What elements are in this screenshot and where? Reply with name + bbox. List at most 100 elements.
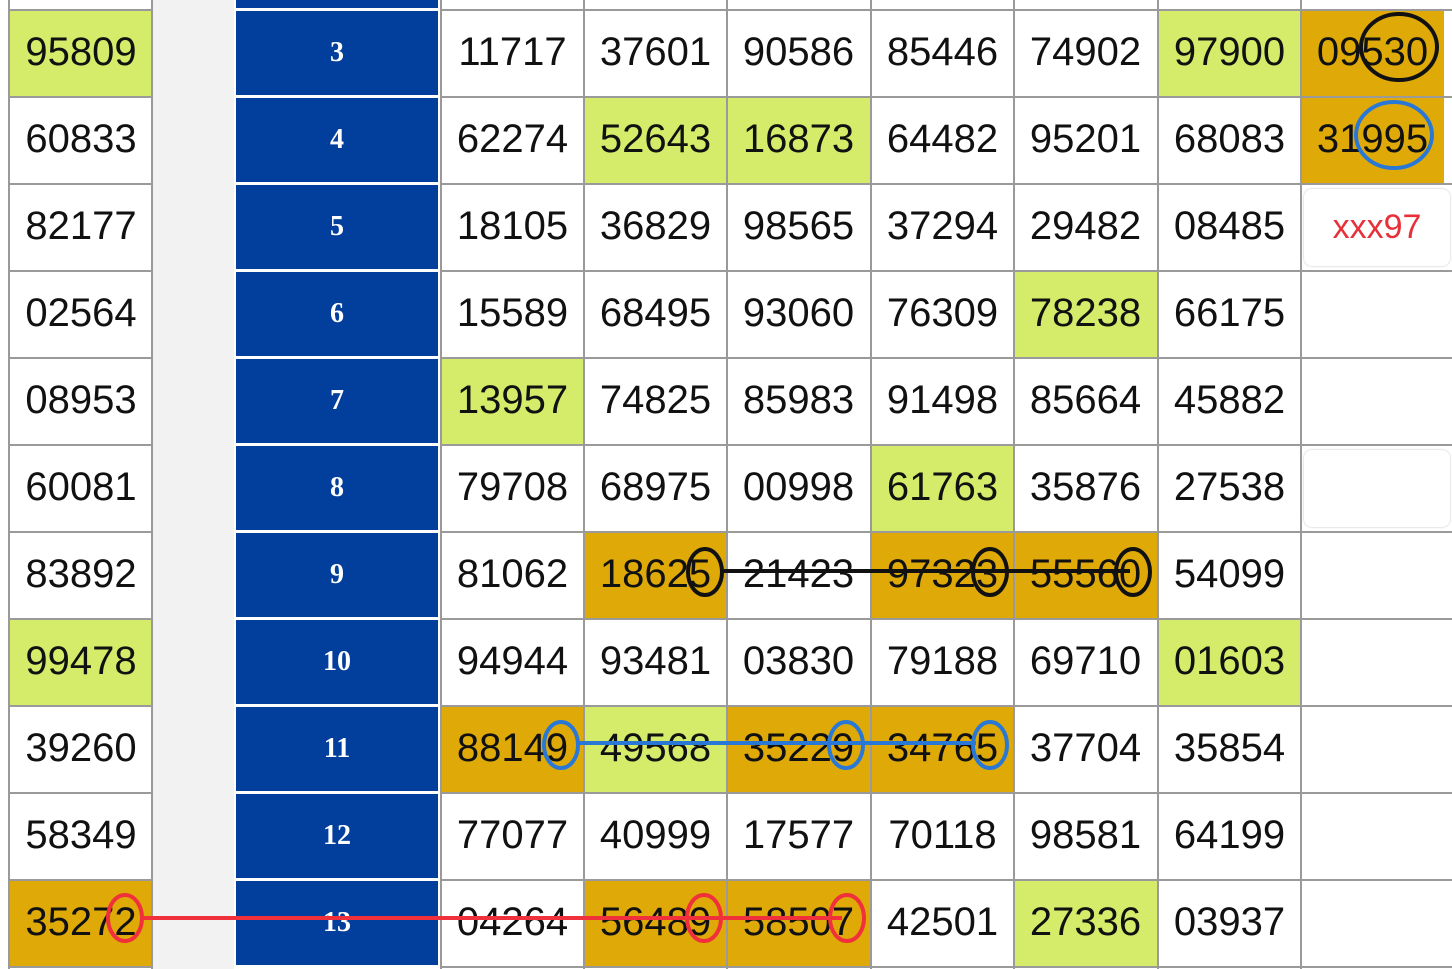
result-cell: 76309 <box>871 270 1014 357</box>
result-cell: 74825 <box>584 357 727 444</box>
result-cell: 37704 <box>1014 705 1157 792</box>
result-cell <box>1301 270 1444 357</box>
result-cell: 15589 <box>441 270 584 357</box>
left-column-cell: 95809 <box>10 9 152 96</box>
grid-line <box>8 357 152 359</box>
result-cell: 18625 <box>584 531 727 618</box>
grid-line <box>8 531 152 533</box>
left-column-cell: 60833 <box>10 96 152 183</box>
result-cell: 62274 <box>441 96 584 183</box>
grid-line <box>440 705 1452 707</box>
result-cell: 13957 <box>441 357 584 444</box>
result-cell: 78238 <box>1014 270 1157 357</box>
row-number-cell: 11 <box>236 707 438 791</box>
result-cell: 11717 <box>441 9 584 96</box>
grid-line <box>8 9 152 11</box>
result-cell: 45882 <box>1158 357 1301 444</box>
grid-line <box>440 183 1452 185</box>
result-cell: 34765 <box>871 705 1014 792</box>
result-cell: 79188 <box>871 618 1014 705</box>
grid-line <box>8 618 152 620</box>
result-cell: 31995 <box>1301 96 1444 183</box>
result-cell: 40999 <box>584 792 727 879</box>
grid-line <box>8 879 152 881</box>
result-cell <box>1301 531 1444 618</box>
result-cell: 29482 <box>1014 183 1157 270</box>
result-cell: 01603 <box>1158 618 1301 705</box>
result-cell: 77077 <box>441 792 584 879</box>
result-cell: 68975 <box>584 444 727 531</box>
result-cell: 58507 <box>727 879 870 966</box>
result-cell: 52643 <box>584 96 727 183</box>
left-column-cell: 83892 <box>10 531 152 618</box>
prediction-card: xxx97 <box>1304 189 1450 266</box>
result-cell: 85446 <box>871 9 1014 96</box>
grid-line <box>440 531 1452 533</box>
result-cell: 37294 <box>871 183 1014 270</box>
row-number-cell: 7 <box>236 359 438 443</box>
grid-line <box>440 966 1452 968</box>
grid-line <box>440 270 1452 272</box>
result-cell: 16873 <box>727 96 870 183</box>
grid-line <box>8 444 152 446</box>
result-cell: 81062 <box>441 531 584 618</box>
row-number-cell: 8 <box>236 446 438 530</box>
result-cell: 66175 <box>1158 270 1301 357</box>
result-cell: 35854 <box>1158 705 1301 792</box>
left-column-cell: 02564 <box>10 270 152 357</box>
result-cell: 95201 <box>1014 96 1157 183</box>
grid-line <box>726 0 728 969</box>
grid-line <box>151 0 153 969</box>
grid-line <box>8 183 152 185</box>
grid-line <box>870 0 872 969</box>
result-cell: 35876 <box>1014 444 1157 531</box>
grid-line <box>8 705 152 707</box>
grid-line <box>8 96 152 98</box>
grid-line <box>8 792 152 794</box>
result-cell: 97323 <box>871 531 1014 618</box>
left-column-cell: 60081 <box>10 444 152 531</box>
result-cell: 55560 <box>1014 531 1157 618</box>
result-cell: 93481 <box>584 618 727 705</box>
row-number-cell: 3 <box>236 11 438 95</box>
grid-line <box>440 96 1452 98</box>
result-cell: 17577 <box>727 792 870 879</box>
result-cell: 85664 <box>1014 357 1157 444</box>
grid-line <box>8 0 10 969</box>
result-cell: 74902 <box>1014 9 1157 96</box>
result-cell: 03937 <box>1158 879 1301 966</box>
result-cell: 00998 <box>727 444 870 531</box>
result-cell <box>1301 705 1444 792</box>
result-cell: 64199 <box>1158 792 1301 879</box>
result-cell: 61763 <box>871 444 1014 531</box>
result-cell: 21423 <box>727 531 870 618</box>
row-number-cell: 6 <box>236 272 438 356</box>
grid-line <box>440 9 1452 11</box>
result-cell: 90586 <box>727 9 870 96</box>
result-cell: 98565 <box>727 183 870 270</box>
result-cell: 08485 <box>1158 183 1301 270</box>
table-gap <box>152 0 234 969</box>
result-cell <box>1301 879 1444 966</box>
result-cell: 79708 <box>441 444 584 531</box>
result-cell: 37601 <box>584 9 727 96</box>
grid-line <box>440 444 1452 446</box>
result-cell: 35229 <box>727 705 870 792</box>
grid-line <box>1013 0 1015 969</box>
result-cell: 54099 <box>1158 531 1301 618</box>
grid-line <box>1157 0 1159 969</box>
left-column-cell: 58349 <box>10 792 152 879</box>
row-number-cell: 12 <box>236 794 438 878</box>
result-cell: 97900 <box>1158 9 1301 96</box>
row-number-cell: 9 <box>236 533 438 617</box>
grid-line <box>8 966 152 968</box>
result-cell: 36829 <box>584 183 727 270</box>
result-cell: 88149 <box>441 705 584 792</box>
result-cell: 56489 <box>584 879 727 966</box>
grid-line <box>583 0 585 969</box>
result-cell <box>1301 618 1444 705</box>
grid-line <box>440 0 442 969</box>
row-number-cell: 10 <box>236 620 438 704</box>
result-cell: 09530 <box>1301 9 1444 96</box>
result-cell: 27538 <box>1158 444 1301 531</box>
